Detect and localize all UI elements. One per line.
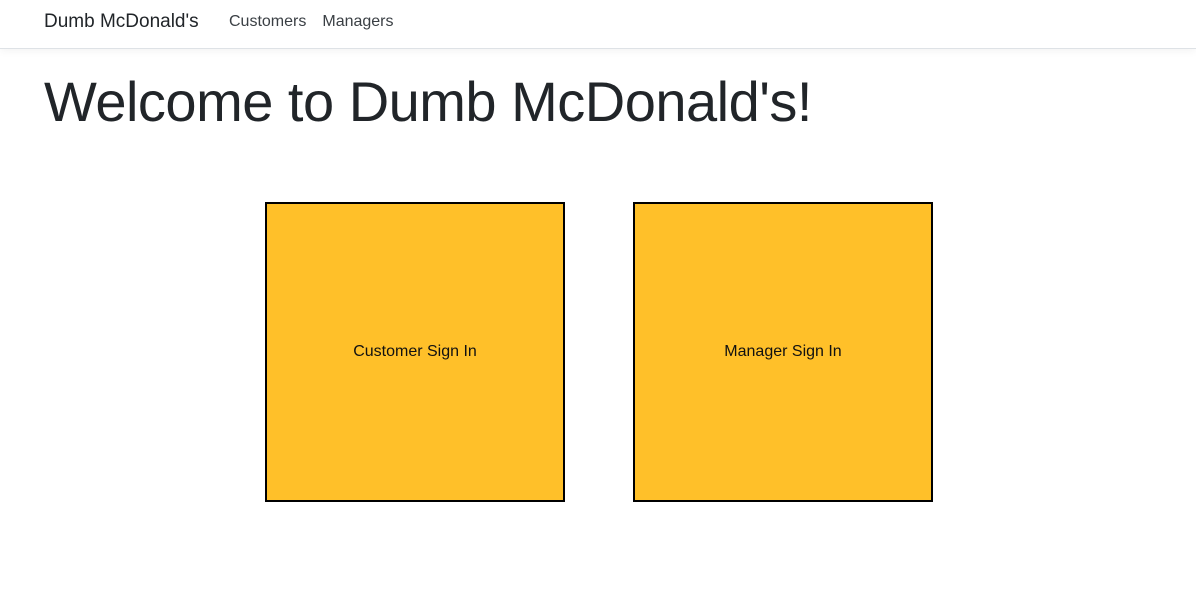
page-title: Welcome to Dumb McDonald's! [44, 70, 812, 133]
brand-link[interactable]: Dumb McDonald's [44, 11, 199, 33]
manager-sign-in-button[interactable]: Manager Sign In [633, 202, 933, 502]
nav-link-managers[interactable]: Managers [322, 13, 393, 31]
customer-sign-in-button[interactable]: Customer Sign In [265, 202, 565, 502]
top-navbar: Dumb McDonald's Customers Managers [0, 0, 1196, 49]
manager-sign-in-label: Manager Sign In [724, 343, 842, 360]
nav-links: Customers Managers [229, 13, 394, 31]
nav-link-customers[interactable]: Customers [229, 13, 306, 31]
customer-sign-in-label: Customer Sign In [353, 343, 477, 360]
